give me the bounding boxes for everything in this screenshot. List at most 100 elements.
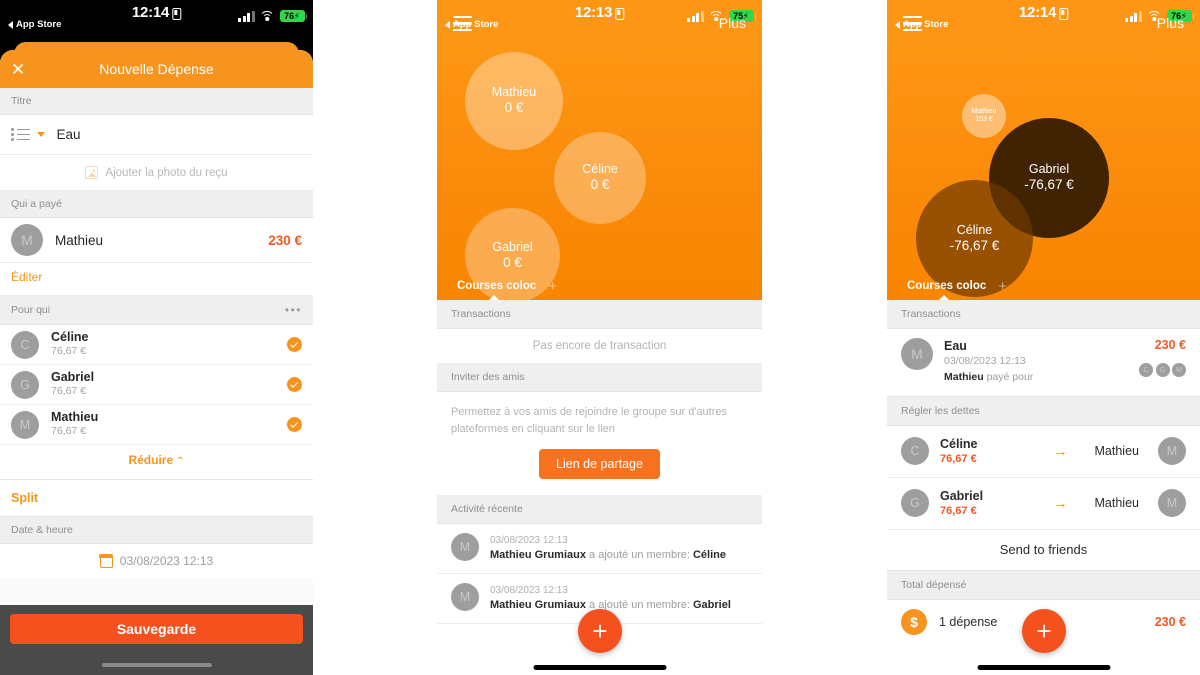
reduce-toggle[interactable]: Réduire ⌃ (0, 445, 313, 480)
participant-info: Céline 76,67 € (51, 330, 275, 359)
activity-item[interactable]: M 03/08/2023 12:13 Mathieu Grumiaux a aj… (437, 524, 762, 574)
participant-row[interactable]: C Céline 76,67 € (0, 325, 313, 365)
participant-row[interactable]: G Gabriel 76,67 € (0, 365, 313, 405)
section-header-payer: Qui a payé (0, 191, 313, 218)
avatar: M (901, 338, 933, 370)
debt-to-name: Mathieu (1094, 496, 1139, 511)
split-button[interactable]: Split (0, 480, 313, 517)
more-dots-icon[interactable]: ••• (285, 303, 302, 317)
cellular-signal-icon (1125, 10, 1142, 22)
bubble-name: Céline (582, 162, 618, 177)
avatar: M (451, 533, 479, 561)
hamburger-menu-icon[interactable] (453, 16, 472, 32)
send-to-friends-button[interactable]: Send to friends (887, 529, 1200, 571)
more-button[interactable]: Plus (719, 15, 746, 31)
back-to-app-store[interactable]: App Store (8, 19, 61, 30)
participant-info: Gabriel 76,67 € (51, 370, 275, 399)
add-group-plus-icon[interactable]: + (548, 278, 557, 295)
debt-from: Céline 76,67 € (940, 436, 1026, 467)
date-time-field[interactable]: 03/08/2023 12:13 (0, 544, 313, 578)
arrow-right-icon: → (1052, 494, 1068, 512)
tab-active-notch (489, 295, 499, 300)
participant-name: Mathieu (51, 409, 99, 424)
bubble-value: 0 € (590, 177, 610, 193)
battery-cap (754, 13, 756, 19)
member-bubble[interactable]: Mathieu 0 € (465, 52, 563, 150)
payer-row[interactable]: M Mathieu 230 € (0, 218, 313, 263)
bubble-value: 0 € (503, 254, 522, 270)
member-bubble[interactable]: Mathieu 153 € (962, 94, 1006, 138)
screenshot-stage: App Store 12:14 76⚡ ✕ Nouvelle Dépense (0, 0, 1200, 675)
participant-share: 76,67 € (51, 345, 87, 358)
activity-actor: Mathieu Grumiaux (490, 598, 586, 611)
bubble-value: 0 € (504, 100, 524, 116)
group-tab-courses-coloc[interactable]: Courses coloc (907, 280, 986, 292)
split-label: Split (11, 491, 39, 505)
add-expense-fab[interactable]: + (1022, 609, 1066, 653)
edit-payer-button[interactable]: Éditer (0, 263, 313, 296)
debt-row[interactable]: C Céline 76,67 € → Mathieu M (887, 425, 1200, 478)
avatar: C (1139, 363, 1153, 377)
activity-time: 03/08/2023 12:13 (490, 584, 568, 596)
avatar: G (901, 489, 929, 518)
arrow-right-icon: → (1052, 442, 1068, 460)
more-button[interactable]: Plus (1157, 15, 1184, 31)
chevron-down-icon[interactable] (36, 132, 45, 137)
dollar-coin-icon: $ (901, 608, 927, 635)
avatar: M (11, 224, 43, 256)
battery-cap (1192, 13, 1194, 19)
edit-label: Éditer (11, 270, 43, 284)
status-time: 12:14 (131, 4, 182, 21)
participant-row[interactable]: M Mathieu 76,67 € (0, 405, 313, 445)
group-hero: App Store 12:13 75 ⚡ Plus Mathieu 0 € Cé… (437, 0, 762, 300)
lock-icon (172, 7, 182, 20)
debt-amount: 76,67 € (940, 505, 977, 518)
wifi-icon (259, 10, 275, 22)
add-receipt-photo-button[interactable]: Ajouter la photo du reçu (0, 155, 313, 191)
checkmark-icon[interactable] (287, 377, 302, 392)
checkmark-icon[interactable] (287, 337, 302, 352)
add-expense-fab[interactable]: + (578, 609, 622, 653)
participant-name: Gabriel (51, 369, 95, 384)
payer-name: Mathieu (55, 232, 104, 248)
section-header-activity: Activité récente (437, 495, 762, 524)
add-group-plus-icon[interactable]: + (998, 278, 1007, 295)
debt-row[interactable]: G Gabriel 76,67 € → Mathieu M (887, 477, 1200, 530)
group-tab-courses-coloc[interactable]: Courses coloc (457, 280, 536, 292)
status-bar: App Store 12:14 76 ⚡ (887, 0, 1200, 35)
debt-from-name: Gabriel (940, 488, 984, 503)
hamburger-menu-icon[interactable] (903, 16, 922, 32)
new-expense-sheet: ✕ Nouvelle Dépense Titre Eau Ajouter la … (0, 50, 313, 675)
section-header-forwhom: Pour qui ••• (0, 296, 313, 325)
activity-text: Mathieu Grumiaux a ajouté un membre: Cél… (490, 548, 726, 564)
member-bubble[interactable]: Céline 0 € (554, 132, 646, 224)
bubble-value: -76,67 € (1024, 177, 1074, 193)
bubble-value: -76,67 € (949, 237, 1000, 253)
bubble-name: Céline (956, 222, 993, 237)
phone-screen-group-empty: App Store 12:13 75 ⚡ Plus Mathieu 0 € Cé… (437, 0, 762, 675)
back-triangle-icon (8, 20, 13, 29)
transaction-payer-suffix: payé pour (983, 371, 1034, 383)
phone-screen-group-with-expense: App Store 12:14 76 ⚡ Plus Mathieu 153 € … (887, 0, 1200, 675)
avatar: M (451, 582, 479, 611)
reduce-label: Réduire (128, 453, 174, 467)
share-link-button[interactable]: Lien de partage (539, 449, 660, 479)
participant-share: 76,67 € (51, 385, 87, 398)
battery-cap (305, 13, 307, 19)
save-button[interactable]: Sauvegarde (10, 614, 303, 644)
group-hero: App Store 12:14 76 ⚡ Plus Mathieu 153 € … (887, 0, 1200, 300)
lock-icon (1059, 7, 1069, 20)
home-indicator (977, 665, 1110, 670)
bubble-name: Gabriel (1028, 162, 1070, 177)
clock-text: 12:14 (131, 4, 170, 21)
activity-target: Céline (692, 549, 726, 561)
expense-title-field[interactable]: Eau (0, 115, 313, 155)
section-header-date: Date & heure (0, 517, 313, 544)
add-receipt-label: Ajouter la photo du reçu (105, 166, 228, 179)
home-indicator (533, 665, 666, 670)
transaction-row[interactable]: M Eau 03/08/2023 12:13 Mathieu payé pour… (887, 329, 1200, 397)
checkmark-icon[interactable] (287, 417, 302, 432)
section-header-transactions: Transactions (437, 300, 762, 329)
sheet-footer: Sauvegarde (0, 605, 313, 675)
close-icon[interactable]: ✕ (11, 61, 25, 78)
